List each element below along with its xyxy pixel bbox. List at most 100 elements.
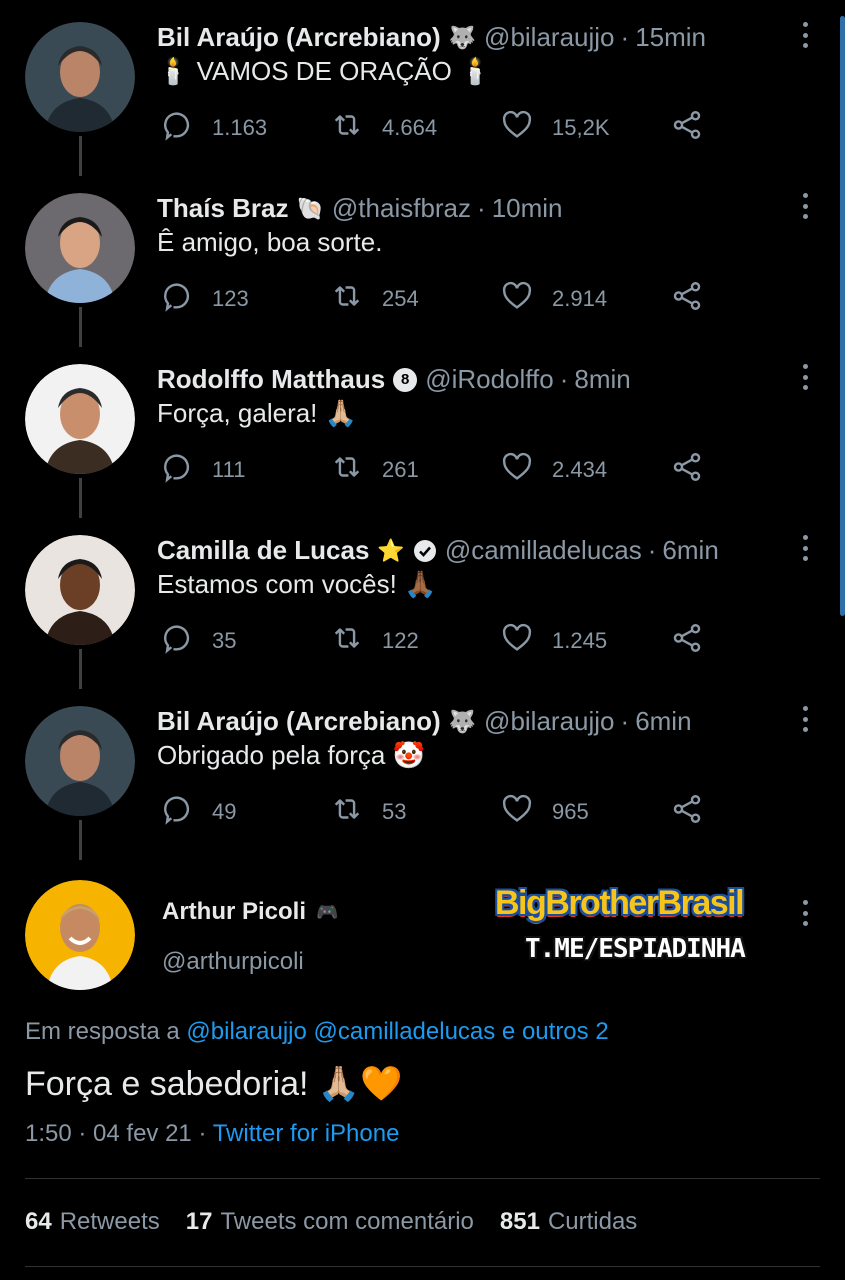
share-button[interactable] xyxy=(670,450,704,490)
retweet-button[interactable]: 53 xyxy=(330,792,406,832)
author-handle[interactable]: @iRodolffo xyxy=(425,364,554,395)
heart-icon xyxy=(500,450,534,490)
verified-icon xyxy=(413,539,437,563)
reply-button[interactable]: 35 xyxy=(160,621,236,661)
author-name[interactable]: Bil Araújo (Arcrebiano) xyxy=(157,706,441,737)
reply-button[interactable]: 123 xyxy=(160,279,249,319)
retweet-button[interactable]: 254 xyxy=(330,279,419,319)
source-link[interactable]: Twitter for iPhone xyxy=(213,1120,400,1147)
author-handle[interactable]: @bilaraujjo xyxy=(484,706,614,737)
reply-button[interactable]: 1.163 xyxy=(160,108,267,148)
avatar[interactable] xyxy=(25,22,135,132)
like-button[interactable]: 2.914 xyxy=(500,279,607,319)
retweets-stat[interactable]: 64 Retweets xyxy=(25,1208,160,1236)
author-name[interactable]: Thaís Braz xyxy=(157,193,289,224)
more-options-icon[interactable] xyxy=(801,900,809,926)
author-name[interactable]: Arthur Picoli 🎮 xyxy=(162,898,338,926)
author-handle[interactable]: @arthurpicoli xyxy=(162,948,304,976)
avatar[interactable] xyxy=(25,364,135,474)
divider xyxy=(25,1266,820,1267)
retweets-count: 64 xyxy=(25,1208,52,1235)
avatar[interactable] xyxy=(25,880,135,990)
like-button[interactable]: 2.434 xyxy=(500,450,607,490)
reply-icon xyxy=(160,108,194,148)
tweet-header: Bil Araújo (Arcrebiano) 🐺 @bilaraujjo · … xyxy=(157,22,706,53)
tweet-text: Força, galera! 🙏🏼 xyxy=(157,398,358,428)
share-button[interactable] xyxy=(670,621,704,661)
more-options-icon[interactable] xyxy=(801,706,809,732)
heart-icon xyxy=(500,279,534,319)
retweet-count: 4.664 xyxy=(382,115,438,140)
badge-icon: 🐺 xyxy=(448,24,477,50)
timestamp[interactable]: 10min xyxy=(492,193,563,224)
share-button[interactable] xyxy=(670,108,704,148)
author-handle[interactable]: @bilaraujjo xyxy=(484,22,614,53)
heart-icon xyxy=(500,108,534,148)
separator-dot: · xyxy=(647,535,657,565)
retweet-icon xyxy=(330,450,364,490)
thread-tweet[interactable]: Thaís Braz 🐚 @thaisfbraz · 10min Ê amigo… xyxy=(0,171,845,347)
timestamp: 1:50 · 04 fev 21 · xyxy=(25,1120,207,1147)
thread-tweet[interactable]: Camilla de Lucas ⭐ @camilladelucas · 6mi… xyxy=(0,513,845,689)
like-count: 2.914 xyxy=(552,286,608,311)
timestamp[interactable]: 8min xyxy=(574,364,630,395)
retweet-icon xyxy=(330,792,364,832)
reply-count: 123 xyxy=(212,286,249,311)
reply-count: 111 xyxy=(212,457,246,482)
reply-button[interactable]: 111 xyxy=(160,450,245,490)
timestamp[interactable]: 6min xyxy=(635,706,691,737)
tweet-header: Rodolffo Matthaus 8 @iRodolffo · 8min xyxy=(157,364,631,395)
retweet-count: 53 xyxy=(382,799,407,824)
avatar[interactable] xyxy=(25,706,135,816)
tweet-header: Bil Araújo (Arcrebiano) 🐺 @bilaraujjo · … xyxy=(157,706,692,737)
share-icon xyxy=(670,108,704,148)
reply-button[interactable]: 49 xyxy=(160,792,236,832)
more-options-icon[interactable] xyxy=(801,364,809,390)
tweet-text: Força e sabedoria! 🙏🏼🧡 xyxy=(25,1065,403,1103)
separator-dot: · xyxy=(620,22,630,52)
reply-mentions-link[interactable]: @bilaraujjo @camilladelucas e outros 2 xyxy=(186,1018,608,1045)
author-name[interactable]: Camilla de Lucas xyxy=(157,535,369,566)
tweet-actions: 111 261 2.434 xyxy=(160,450,720,490)
retweet-button[interactable]: 261 xyxy=(330,450,419,490)
author-name-text: Arthur Picoli xyxy=(162,898,307,925)
tweet-text: Obrigado pela força 🤡 xyxy=(157,740,425,770)
retweets-label: Retweets xyxy=(59,1208,160,1235)
separator-dot: · xyxy=(559,364,569,394)
like-button[interactable]: 15,2K xyxy=(500,108,610,148)
author-handle[interactable]: @thaisfbraz xyxy=(332,193,471,224)
divider xyxy=(25,1178,820,1179)
watermark-logo: BigBrotherBrasil T.ME/ESPIADINHA xyxy=(495,880,785,970)
author-handle[interactable]: @camilladelucas xyxy=(445,535,642,566)
more-options-icon[interactable] xyxy=(801,535,809,561)
thread-tweet[interactable]: Bil Araújo (Arcrebiano) 🐺 @bilaraujjo · … xyxy=(0,684,845,860)
author-name[interactable]: Rodolffo Matthaus xyxy=(157,364,385,395)
tweet-actions: 35 122 1.245 xyxy=(160,621,720,661)
avatar[interactable] xyxy=(25,535,135,645)
reply-prefix: Em resposta a xyxy=(25,1018,180,1045)
badge-icon: 8 xyxy=(393,367,418,392)
likes-stat[interactable]: 851 Curtidas xyxy=(500,1208,637,1236)
like-button[interactable]: 1.245 xyxy=(500,621,607,661)
timestamp[interactable]: 15min xyxy=(635,22,706,53)
share-button[interactable] xyxy=(670,279,704,319)
author-name[interactable]: Bil Araújo (Arcrebiano) xyxy=(157,22,441,53)
thread-line xyxy=(79,307,82,347)
retweet-button[interactable]: 122 xyxy=(330,621,419,661)
share-icon xyxy=(670,450,704,490)
thread-tweet[interactable]: Bil Araújo (Arcrebiano) 🐺 @bilaraujjo · … xyxy=(0,0,845,176)
likes-label: Curtidas xyxy=(547,1208,638,1235)
avatar[interactable] xyxy=(25,193,135,303)
quotes-count: 17 xyxy=(185,1208,213,1235)
heart-icon xyxy=(500,792,534,832)
quotes-stat[interactable]: 17 Tweets com comentário xyxy=(186,1208,474,1236)
retweet-button[interactable]: 4.664 xyxy=(330,108,437,148)
share-button[interactable] xyxy=(670,792,704,832)
more-options-icon[interactable] xyxy=(801,193,809,219)
share-icon xyxy=(670,279,704,319)
reply-count: 1.163 xyxy=(212,115,268,140)
thread-tweet[interactable]: Rodolffo Matthaus 8 @iRodolffo · 8min Fo… xyxy=(0,342,845,518)
like-button[interactable]: 965 xyxy=(500,792,589,832)
more-options-icon[interactable] xyxy=(801,22,809,48)
timestamp[interactable]: 6min xyxy=(662,535,718,566)
